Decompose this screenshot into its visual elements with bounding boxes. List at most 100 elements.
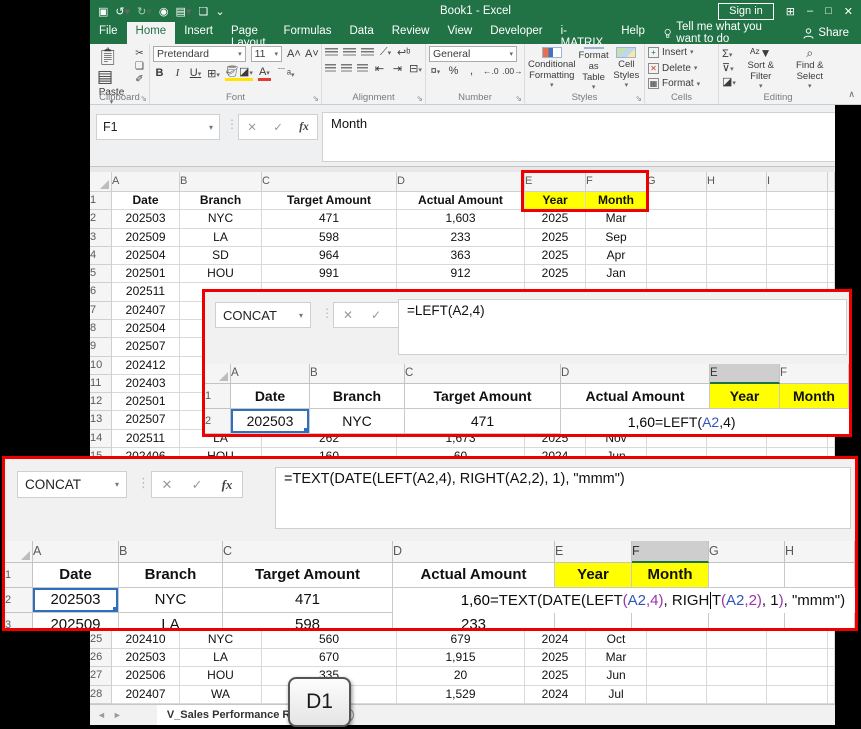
in-cell-formula[interactable]: 1,60 =TEXT(DATE(LEFT(A2,4), RIGH T(A2,2), … <box>393 588 855 613</box>
row-header-6[interactable]: 6 <box>90 283 112 302</box>
paste-special-icon[interactable]: ▤▾ <box>176 5 192 18</box>
cell-D28[interactable]: 1,529 <box>397 685 525 704</box>
column-header-H[interactable]: H <box>785 541 855 563</box>
row-header-27[interactable]: 27 <box>90 667 112 686</box>
styles-dialog-launcher-icon[interactable]: ⇘ <box>635 94 642 103</box>
ribbon-tab-page-layout[interactable]: Page Layout <box>222 22 275 49</box>
cell-B3[interactable]: LA <box>119 613 223 628</box>
cell-A1[interactable]: Date <box>112 192 180 211</box>
cell-E1[interactable]: Year <box>710 384 780 409</box>
cell-I1[interactable] <box>767 192 828 211</box>
cell-C3[interactable]: 598 <box>223 613 393 628</box>
cell-E26[interactable]: 2025 <box>525 649 586 668</box>
cell-F25[interactable]: Oct <box>586 630 647 650</box>
number-dialog-launcher-icon[interactable]: ⇘ <box>515 94 522 103</box>
column-header-B[interactable]: B <box>310 364 405 384</box>
cancel-icon[interactable]: ✕ <box>343 308 353 322</box>
underline-icon[interactable]: U▾ <box>189 67 202 79</box>
cell-A12[interactable]: 202501 <box>112 393 180 412</box>
cell-B25[interactable]: NYC <box>180 630 262 650</box>
cell-C1[interactable]: Target Amount <box>405 384 561 409</box>
column-header-A[interactable]: A <box>231 364 310 384</box>
cell-B27[interactable]: HOU <box>180 667 262 686</box>
column-header-E[interactable]: E <box>710 364 780 384</box>
font-size-combobox[interactable]: 11 ▾ <box>250 46 282 62</box>
format-cells-button[interactable]: ▦ Format ▾ <box>648 77 700 90</box>
column-header-I[interactable]: I <box>767 172 828 192</box>
cell-E27[interactable]: 2025 <box>525 667 586 686</box>
row-header-25[interactable]: 25 <box>90 630 112 650</box>
row-header-1[interactable]: 1 <box>90 192 112 211</box>
top-align-icon[interactable] <box>325 48 338 57</box>
share-button[interactable]: Share <box>791 22 861 44</box>
alignment-dialog-launcher-icon[interactable]: ⇘ <box>416 94 423 103</box>
cell-A9[interactable]: 202507 <box>112 338 180 357</box>
cell-A10[interactable]: 202412 <box>112 356 180 375</box>
cell-E1[interactable]: Year <box>525 192 586 211</box>
decrease-font-icon[interactable]: A˅ <box>305 48 319 60</box>
autosum-icon[interactable]: Σ▾ <box>722 48 736 60</box>
cell-C5[interactable]: 991 <box>262 265 397 284</box>
maximize-button[interactable]: □ <box>825 5 832 17</box>
format-as-table-button[interactable]: Format as Table ▾ <box>579 46 609 91</box>
cell-A7[interactable]: 202407 <box>112 301 180 320</box>
middle-align-icon[interactable] <box>343 48 356 57</box>
ribbon-tab-review[interactable]: Review <box>383 22 439 44</box>
cell-E2[interactable]: 2025 <box>525 210 586 229</box>
font-name-combobox[interactable]: Pretendard ▾ <box>153 46 246 62</box>
orientation-icon[interactable]: ⟋▾ <box>379 46 392 59</box>
cell-F2[interactable]: Mar <box>586 210 647 229</box>
cell-G5[interactable] <box>647 265 707 284</box>
cell-B1[interactable]: Branch <box>119 563 223 588</box>
sign-in-button[interactable]: Sign in <box>718 2 774 20</box>
cell-E28[interactable]: 2024 <box>525 685 586 704</box>
cell-I2[interactable] <box>767 210 828 229</box>
cell-E3[interactable]: 2025 <box>525 228 586 247</box>
cell-E4[interactable]: 2025 <box>525 246 586 266</box>
minimize-button[interactable]: – <box>807 5 813 17</box>
cell-H3[interactable] <box>707 228 767 247</box>
select-all-corner[interactable] <box>90 172 112 192</box>
cancel-icon[interactable]: ✕ <box>247 120 257 134</box>
cell-G25[interactable] <box>647 630 707 650</box>
cell-A3[interactable]: 202509 <box>33 613 119 628</box>
cell-G3[interactable] <box>709 613 785 628</box>
ribbon-tab-insert[interactable]: Insert <box>175 22 222 44</box>
cell-H2[interactable] <box>707 210 767 229</box>
cell-D26[interactable]: 1,915 <box>397 649 525 668</box>
cell-E3[interactable] <box>555 613 632 628</box>
phonetic-guide-icon[interactable]: ﹉ᵃ▾ <box>276 65 295 81</box>
cell-H1[interactable] <box>707 192 767 211</box>
column-header-D[interactable]: D <box>393 541 555 563</box>
column-header-A[interactable]: A <box>33 541 119 563</box>
cancel-icon[interactable]: ✕ <box>162 477 173 493</box>
row-header-1[interactable]: 1 <box>5 563 33 588</box>
column-header-E[interactable]: E <box>525 172 586 192</box>
percent-style-icon[interactable]: % <box>447 65 460 77</box>
cell-D1[interactable]: Actual Amount <box>397 192 525 211</box>
cell-H5[interactable] <box>707 265 767 284</box>
ribbon-tab-formulas[interactable]: Formulas <box>275 22 341 44</box>
camera-icon[interactable]: ◉ <box>159 5 169 18</box>
cell-B1[interactable]: Branch <box>180 192 262 211</box>
accounting-format-icon[interactable]: ¤▾ <box>429 65 442 77</box>
select-all-corner[interactable] <box>5 541 33 563</box>
cell-D1[interactable]: Actual Amount <box>561 384 710 409</box>
insert-function-icon[interactable]: fx <box>222 477 233 493</box>
cell-C26[interactable]: 670 <box>262 649 397 668</box>
bold-icon[interactable]: B <box>153 67 166 79</box>
close-button[interactable]: ✕ <box>844 5 853 18</box>
undo-icon[interactable]: ↺▾ <box>115 5 130 18</box>
cell-A6[interactable]: 202511 <box>112 283 180 302</box>
column-header-B[interactable]: B <box>119 541 223 563</box>
formula-bar-splitter[interactable]: ⋮ <box>226 117 238 131</box>
cell-F3[interactable] <box>632 613 709 628</box>
cell-E1[interactable]: Year <box>555 563 632 588</box>
row-header-2[interactable]: 2 <box>90 210 112 229</box>
row-header-10[interactable]: 10 <box>90 356 112 375</box>
ribbon-tab-view[interactable]: View <box>438 22 481 44</box>
number-format-combobox[interactable]: General ▾ <box>429 46 517 62</box>
cell-F28[interactable]: Jul <box>586 685 647 704</box>
increase-decimal-icon[interactable]: ←.0 <box>483 66 499 76</box>
cell-D3[interactable]: 233 <box>397 228 525 247</box>
